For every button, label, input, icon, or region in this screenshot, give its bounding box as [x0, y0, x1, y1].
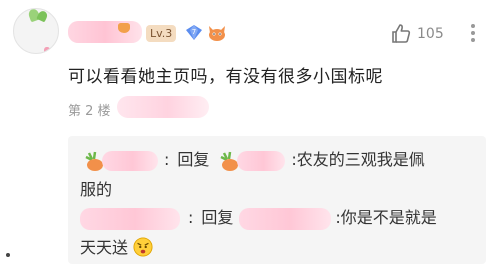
reply-word: 回复: [177, 150, 210, 169]
reply-text-line1: :农友的三观我是佩: [291, 150, 425, 169]
avatar-dot-decoration: [44, 47, 50, 53]
reply-list: : 回复 :农友的三观我是佩 服的 : 回复 :你是不是就是 天天送: [68, 136, 486, 264]
reply-line2: 天天送: [80, 234, 153, 258]
more-options-icon[interactable]: [470, 24, 476, 44]
reply-text-line2: 服的: [80, 180, 113, 199]
carrot-icon: [118, 23, 130, 33]
level-badge: Lv.3: [146, 25, 177, 42]
gem-badge-number: 7: [192, 28, 196, 36]
reply-text-line2: 天天送: [80, 238, 129, 257]
thumbs-up-icon[interactable]: [390, 23, 412, 45]
reply-text-line1: :你是不是就是: [335, 208, 437, 227]
reply-author-blurred[interactable]: [102, 150, 158, 171]
username-blurred[interactable]: [68, 21, 142, 43]
reply-separator: :: [188, 208, 194, 227]
surprised-emoji-icon: [133, 237, 153, 257]
reply-separator: :: [164, 150, 170, 169]
fox-badge-icon: [209, 26, 225, 41]
reply-item[interactable]: : 回复 :你是不是就是: [80, 204, 437, 230]
comment-text: 可以看看她主页吗，有没有很多小国标呢: [68, 67, 383, 87]
gem-badge-icon: 7: [186, 25, 202, 40]
reply-target-blurred[interactable]: [237, 150, 286, 171]
floor-info-blurred: [117, 96, 209, 118]
reply-author-blurred[interactable]: [80, 207, 180, 230]
reply-target-blurred[interactable]: [239, 207, 332, 230]
user-avatar[interactable]: [13, 8, 59, 54]
divider-dot: [6, 253, 10, 257]
reply-word: 回复: [201, 208, 234, 227]
reply-item[interactable]: : 回复 :农友的三观我是佩: [80, 146, 425, 173]
floor-label: 第 2 楼: [68, 104, 111, 119]
like-count: 105: [417, 26, 444, 42]
